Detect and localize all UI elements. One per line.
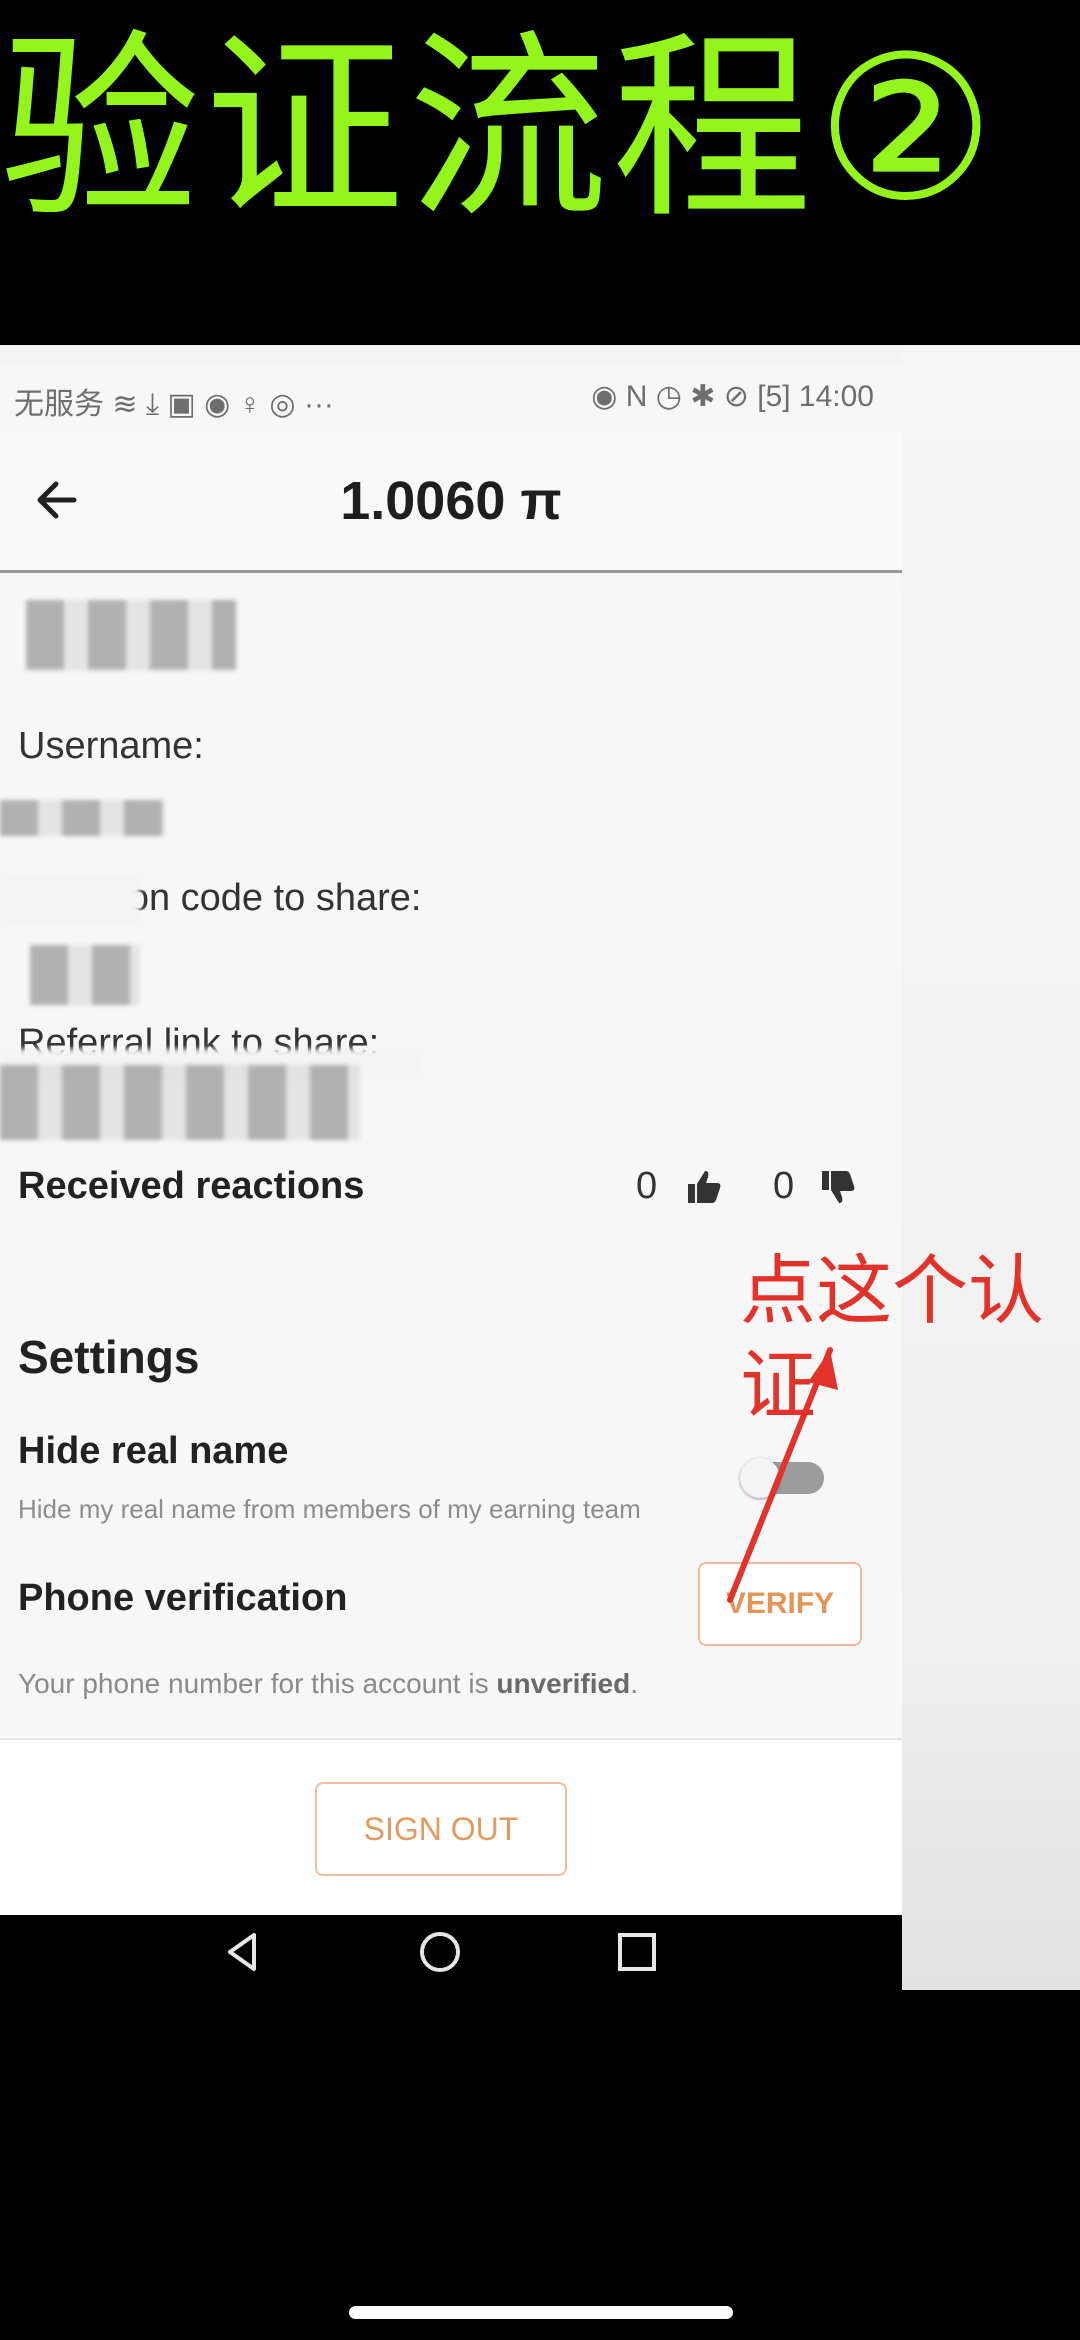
status-carrier: 无服务 ≋ ⤓ ▣ ◉ ♀ ◎ ··· xyxy=(14,379,334,423)
home-indicator[interactable] xyxy=(349,2306,733,2319)
invitation-label-mask xyxy=(0,875,140,925)
thumbs-down-icon[interactable] xyxy=(818,1167,858,1207)
status-prefix: Your phone number for this account is xyxy=(18,1668,497,1699)
username-label: Username: xyxy=(18,725,204,767)
status-bar: 无服务 ≋ ⤓ ▣ ◉ ♀ ◎ ··· ◉ N ◷ ✱ ⊘ [5] 14:00 xyxy=(0,365,902,430)
system-icons: ◉ N ◷ ✱ ⊘ xyxy=(591,380,758,413)
username-value-blurred xyxy=(0,800,165,836)
reactions-label: Received reactions xyxy=(18,1165,365,1207)
phone-screen: 无服务 ≋ ⤓ ▣ ◉ ♀ ◎ ··· ◉ N ◷ ✱ ⊘ [5] 14:00 … xyxy=(0,365,902,1990)
background-paper xyxy=(902,345,1080,1990)
likes-count: 0 xyxy=(636,1165,658,1207)
phone-verification-title: Phone verification xyxy=(18,1577,348,1619)
thumbs-up-icon[interactable] xyxy=(684,1167,724,1207)
balance-title: 1.0060 π xyxy=(340,471,562,531)
status-value: unverified xyxy=(496,1668,631,1699)
settings-heading: Settings xyxy=(18,1331,200,1383)
wifi-icon: ≋ ⤓ ▣ ◉ ♀ ◎ ··· xyxy=(112,388,334,421)
avatar-blurred xyxy=(26,600,236,670)
app-header: 1.0060 π xyxy=(0,430,902,573)
status-system: ◉ N ◷ ✱ ⊘ [5] 14:00 xyxy=(591,379,874,414)
invitation-value-blurred xyxy=(30,945,140,1005)
status-suffix: . xyxy=(630,1668,638,1699)
annotation-arrow-icon xyxy=(727,1347,838,1603)
annotation-text: 点这个认 xyxy=(740,1246,1044,1335)
banner-title: 验证流程② xyxy=(0,13,1000,246)
android-nav-bar xyxy=(0,1915,902,1990)
nav-back-icon[interactable] xyxy=(218,1927,268,1977)
phone-verification-status: Your phone number for this account is un… xyxy=(18,1668,638,1700)
dislikes-count: 0 xyxy=(773,1165,795,1207)
nav-recents-icon[interactable] xyxy=(612,1927,662,1977)
battery-icon: [5] xyxy=(757,380,791,413)
banner: 验证流程② xyxy=(0,0,1080,345)
hide-real-name-title: Hide real name xyxy=(18,1430,289,1472)
referral-value-blurred xyxy=(0,1065,360,1140)
status-time: 14:00 xyxy=(798,380,874,413)
hide-real-name-description: Hide my real name from members of my ear… xyxy=(18,1494,641,1524)
sign-out-button[interactable]: SIGN OUT xyxy=(315,1782,567,1876)
nav-home-icon[interactable] xyxy=(415,1927,465,1977)
carrier-text: 无服务 xyxy=(14,388,104,421)
